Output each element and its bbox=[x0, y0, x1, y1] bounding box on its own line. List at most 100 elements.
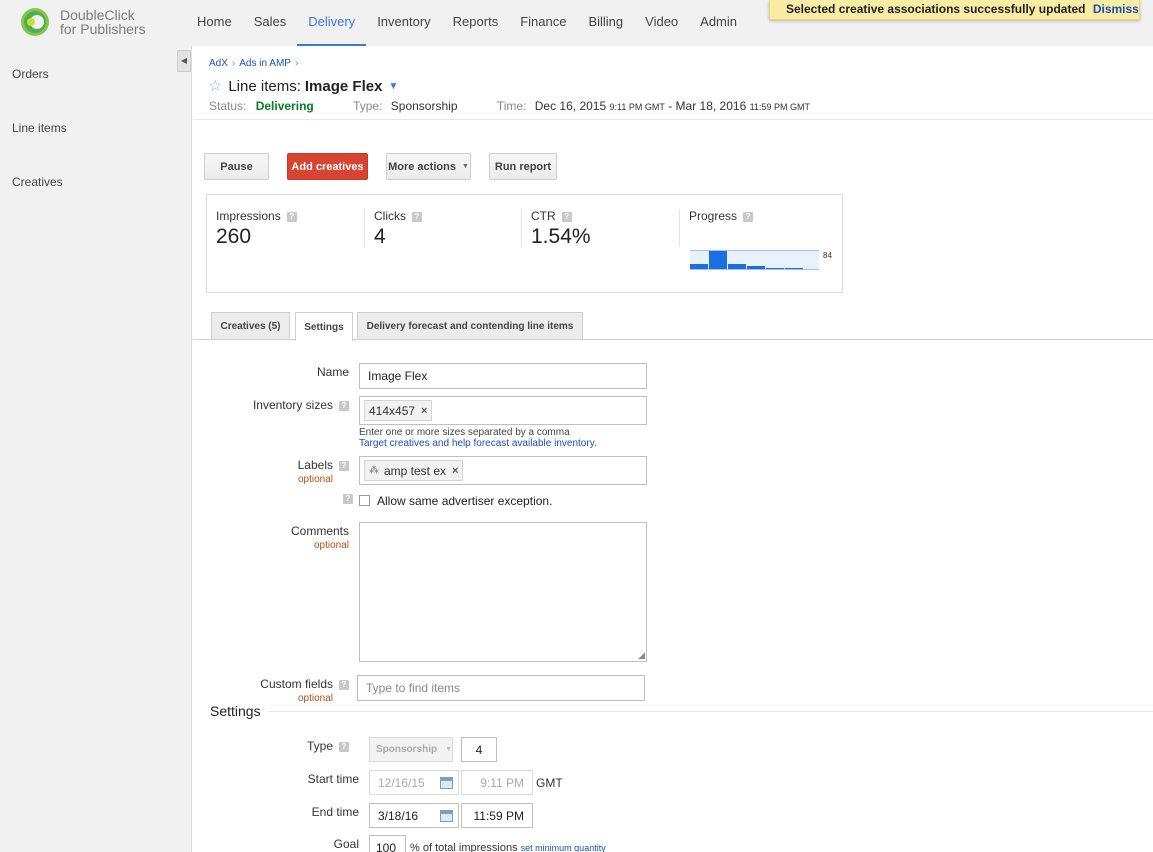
comments-textarea[interactable]: ◢ bbox=[359, 522, 647, 662]
status-label: Status: bbox=[209, 99, 247, 113]
collapse-sidebar-icon[interactable]: ◀ bbox=[177, 50, 191, 72]
custom-fields-input[interactable]: Type to find items bbox=[357, 675, 645, 701]
help-icon[interactable]: ? bbox=[412, 211, 422, 222]
sidebar-item-line-items[interactable]: Line items bbox=[12, 121, 67, 135]
clicks-stat: Clicks? 4 bbox=[374, 209, 422, 249]
custom-fields-placeholder: Type to find items bbox=[366, 681, 461, 695]
help-icon[interactable]: ? bbox=[743, 211, 754, 222]
calendar-icon[interactable] bbox=[440, 810, 453, 822]
calendar-icon bbox=[440, 777, 453, 789]
set-minimum-quantity-link[interactable]: set minimum quantity bbox=[521, 843, 606, 852]
nav-reports[interactable]: Reports bbox=[442, 0, 510, 46]
type-select-value: Sponsorship bbox=[376, 744, 438, 755]
goal-label: Goal bbox=[333, 837, 359, 851]
nav-billing[interactable]: Billing bbox=[577, 0, 634, 46]
progress-bar bbox=[785, 268, 803, 269]
custom-fields-label: Custom fields? optional bbox=[193, 677, 349, 704]
page-title: ☆ Line items: Image Flex ▼ bbox=[208, 76, 398, 96]
size-chip-label: 414x457 bbox=[369, 403, 416, 418]
nav-sales[interactable]: Sales bbox=[243, 0, 298, 46]
tab-delivery-forecast[interactable]: Delivery forecast and contending line it… bbox=[357, 312, 583, 340]
progress-max: 84 bbox=[823, 251, 832, 260]
stat-divider bbox=[521, 209, 522, 247]
main-nav: Home Sales Delivery Inventory Reports Fi… bbox=[186, 0, 748, 46]
start-time-value: 9:11 PM bbox=[480, 775, 524, 790]
nav-delivery[interactable]: Delivery bbox=[297, 0, 367, 46]
help-icon[interactable]: ? bbox=[339, 679, 349, 690]
labels-label-text: Labels bbox=[297, 458, 333, 472]
breadcrumb-adx[interactable]: AdX bbox=[209, 58, 228, 69]
remove-chip-icon[interactable]: × bbox=[421, 405, 427, 417]
labels-optional: optional bbox=[297, 474, 333, 485]
priority-value: 4 bbox=[475, 742, 483, 757]
pause-button[interactable]: Pause bbox=[204, 153, 269, 180]
progress-bar bbox=[728, 264, 746, 269]
line-item-meta: Status: Delivering Type: Sponsorship Tim… bbox=[209, 99, 810, 113]
priority-input[interactable]: 4 bbox=[461, 737, 497, 762]
sidebar-item-creatives[interactable]: Creatives bbox=[12, 175, 63, 189]
dismiss-link[interactable]: Dismiss bbox=[1093, 2, 1139, 16]
labels-label: Labels? optional bbox=[193, 458, 349, 485]
end-time-input[interactable]: 11:59 PM bbox=[461, 803, 533, 828]
progress-stat: Progress? bbox=[689, 209, 754, 223]
help-icon[interactable]: ? bbox=[343, 494, 353, 504]
inventory-sizes-label-text: Inventory sizes bbox=[252, 398, 333, 412]
dfp-logo-icon bbox=[18, 6, 54, 38]
ctr-label: CTR bbox=[531, 209, 556, 223]
tab-settings[interactable]: Settings bbox=[295, 312, 353, 341]
resize-handle-icon[interactable]: ◢ bbox=[638, 650, 645, 661]
run-report-label: Run report bbox=[494, 160, 552, 173]
logo-text: DoubleClick for Publishers bbox=[60, 8, 146, 36]
add-creatives-button[interactable]: Add creatives bbox=[287, 153, 368, 180]
sidebar-item-orders[interactable]: Orders bbox=[12, 67, 49, 81]
run-report-button[interactable]: Run report bbox=[489, 153, 557, 180]
start-date: Dec 16, 2015 bbox=[534, 99, 607, 113]
inventory-sizes-field[interactable]: 414x457 × bbox=[359, 396, 647, 425]
pause-label: Pause bbox=[220, 160, 253, 173]
start-time-input: 9:11 PM bbox=[461, 770, 533, 795]
logo-line-2: for Publishers bbox=[60, 21, 146, 37]
help-icon[interactable]: ? bbox=[339, 400, 349, 411]
inventory-sizes-label: Inventory sizes? bbox=[193, 398, 349, 412]
stat-divider bbox=[679, 209, 680, 247]
more-actions-button[interactable]: More actions ▼ bbox=[386, 153, 471, 180]
end-time-label: End time bbox=[311, 805, 359, 819]
help-icon[interactable]: ? bbox=[339, 460, 349, 471]
target-creatives-link[interactable]: Target creatives and help forecast avail… bbox=[359, 438, 597, 449]
chevron-down-icon: ▼ bbox=[461, 163, 469, 170]
goal-input[interactable]: 100 bbox=[369, 835, 406, 852]
end-date-input[interactable]: 3/18/16 bbox=[369, 803, 459, 828]
help-icon[interactable]: ? bbox=[561, 211, 572, 222]
breadcrumb-ads-in-amp[interactable]: Ads in AMP bbox=[239, 58, 291, 69]
help-icon[interactable]: ? bbox=[286, 211, 297, 222]
logo-line-1: DoubleClick bbox=[60, 7, 135, 23]
labels-field[interactable]: ⁂ amp test ex × bbox=[359, 456, 647, 485]
inventory-sizes-hint-text: Enter one or more sizes separated by a c… bbox=[359, 427, 570, 438]
size-chip: 414x457 × bbox=[364, 400, 433, 421]
nav-inventory[interactable]: Inventory bbox=[366, 0, 441, 46]
type-label-row: Type? bbox=[193, 739, 349, 753]
nav-admin[interactable]: Admin bbox=[689, 0, 748, 46]
add-creatives-label: Add creatives bbox=[291, 160, 364, 173]
clicks-label: Clicks bbox=[374, 209, 406, 223]
header-divider bbox=[193, 119, 1153, 120]
name-value: Image Flex bbox=[368, 369, 428, 383]
advertiser-exception-checkbox[interactable] bbox=[359, 495, 370, 506]
name-field[interactable]: Image Flex bbox=[359, 363, 647, 389]
progress-bar bbox=[709, 251, 727, 269]
main-content: AdX › Ads in AMP › ☆ Line items: Image Flex… bbox=[193, 46, 1153, 852]
nav-finance[interactable]: Finance bbox=[509, 0, 577, 46]
nav-home[interactable]: Home bbox=[186, 0, 243, 46]
title-dropdown-icon[interactable]: ▼ bbox=[388, 81, 398, 92]
tab-creatives[interactable]: Creatives (5) bbox=[211, 312, 290, 340]
impressions-stat: Impressions? 260 bbox=[216, 209, 297, 249]
dfp-logo[interactable]: DoubleClick for Publishers bbox=[18, 6, 146, 38]
remove-chip-icon[interactable]: × bbox=[452, 465, 458, 477]
help-icon[interactable]: ? bbox=[339, 741, 349, 752]
star-icon[interactable]: ☆ bbox=[208, 76, 222, 96]
goal-unit: % of total impressions set minimum quant… bbox=[410, 842, 606, 852]
progress-bars bbox=[690, 251, 819, 269]
end-time-value: 11:59 PM bbox=[473, 808, 524, 823]
tab-delivery-forecast-label: Delivery forecast and contending line it… bbox=[366, 321, 574, 332]
nav-video[interactable]: Video bbox=[634, 0, 689, 46]
